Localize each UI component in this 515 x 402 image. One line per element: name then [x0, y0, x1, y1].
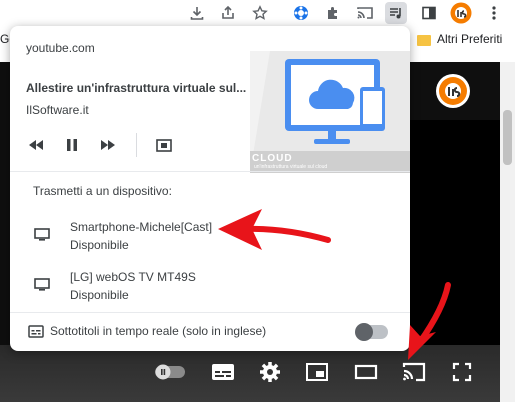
controls-separator	[136, 133, 137, 157]
artwork-subcaption: un'infrastruttura virtuale sul cloud	[254, 164, 328, 170]
device-status: Disponibile	[70, 288, 129, 302]
media-origin: youtube.com	[26, 41, 95, 55]
device-name: Smartphone-Michele[Cast]	[70, 220, 213, 234]
kebab-menu-icon[interactable]	[483, 2, 505, 24]
device-name: [LG] webOS TV MT49S	[70, 270, 196, 284]
cast-icon[interactable]	[354, 2, 376, 24]
media-artwork: CLOUD un'infrastruttura virtuale sul clo…	[250, 51, 410, 173]
puzzle-icon[interactable]	[322, 2, 344, 24]
live-caption-toggle[interactable]	[355, 323, 388, 341]
profile-avatar[interactable]	[450, 2, 472, 24]
tv-icon	[34, 278, 50, 296]
download-icon[interactable]	[186, 2, 208, 24]
scrollbar-thumb[interactable]	[503, 110, 512, 165]
browser-toolbar	[0, 0, 515, 26]
channel-logo[interactable]	[436, 74, 470, 108]
video-frame[interactable]	[402, 120, 500, 345]
tv-icon	[34, 228, 50, 246]
device-status: Disponibile	[70, 238, 129, 252]
subtitles-icon	[28, 325, 44, 343]
toggle-knob	[355, 323, 373, 341]
previous-track-icon[interactable]	[24, 134, 48, 156]
bookmark-folder-other[interactable]: Altri Preferiti	[437, 32, 502, 46]
popup-divider	[10, 171, 410, 172]
cast-device-item[interactable]: Smartphone-Michele[Cast] Disponibile	[10, 216, 410, 260]
fullscreen-icon[interactable]	[450, 360, 474, 384]
live-caption-label: Sottotitoli in tempo reale (solo in ingl…	[50, 324, 267, 338]
artwork-caption: CLOUD	[252, 153, 293, 164]
media-source: IlSoftware.it	[26, 103, 89, 117]
media-title: Allestire un'infrastruttura virtuale sul…	[26, 81, 247, 95]
subtitles-icon[interactable]	[210, 360, 236, 384]
picture-in-picture-icon[interactable]	[152, 134, 176, 156]
live-caption-row[interactable]: Sottotitoli in tempo reale (solo in ingl…	[10, 313, 410, 351]
miniplayer-icon[interactable]	[304, 360, 330, 384]
autoplay-toggle[interactable]	[154, 364, 186, 380]
settings-gear-icon[interactable]	[258, 360, 282, 384]
share-icon[interactable]	[217, 2, 239, 24]
side-panel-icon[interactable]	[418, 2, 440, 24]
media-cast-popup: youtube.com Allestire un'infrastruttura …	[10, 26, 410, 351]
pause-icon[interactable]	[60, 134, 84, 156]
cast-icon[interactable]	[400, 360, 428, 384]
media-controls-icon[interactable]	[385, 2, 407, 24]
theater-mode-icon[interactable]	[353, 360, 379, 384]
extension-colorful-icon[interactable]	[290, 2, 312, 24]
cast-device-item[interactable]: [LG] webOS TV MT49S Disponibile	[10, 266, 410, 310]
cast-heading: Trasmetti a un dispositivo:	[33, 184, 172, 198]
star-icon[interactable]	[249, 2, 271, 24]
next-track-icon[interactable]	[96, 134, 120, 156]
folder-icon	[417, 35, 431, 46]
